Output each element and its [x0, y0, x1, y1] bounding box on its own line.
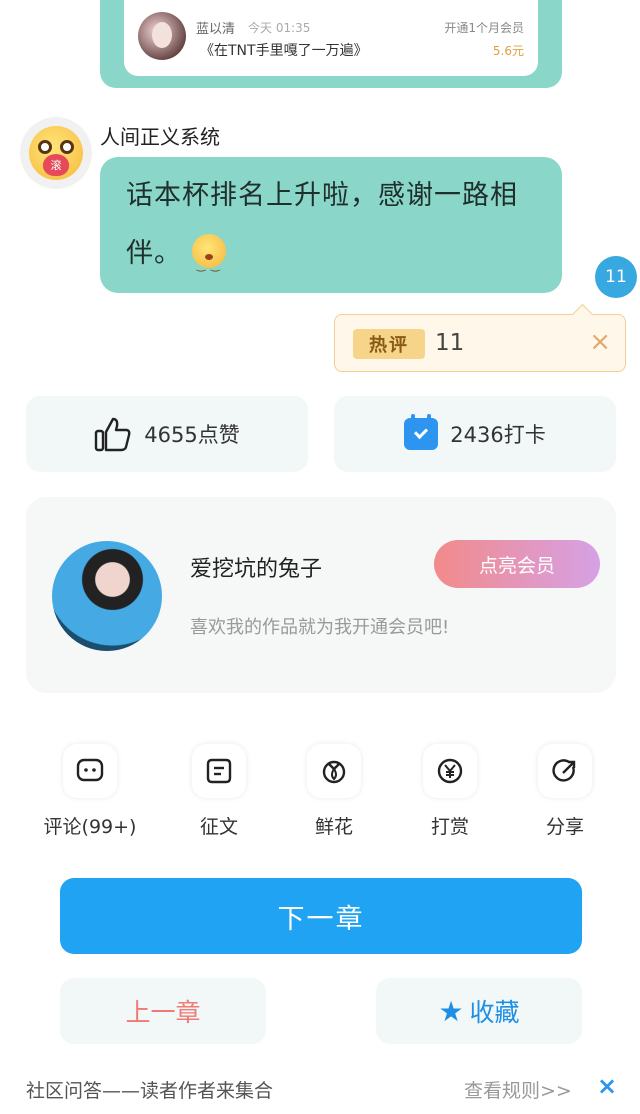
- community-qa-banner[interactable]: 社区问答——读者作者来集合: [26, 1076, 273, 1103]
- checkin-count: 2436打卡: [450, 423, 546, 447]
- action-label: 打赏: [430, 816, 469, 838]
- author-motto: 喜欢我的作品就为我开通会员吧!: [190, 617, 450, 638]
- author-card: 爱挖坑的兔子 喜欢我的作品就为我开通会员吧! 点亮会员: [26, 497, 616, 693]
- favorite-button[interactable]: ★ 收藏: [376, 978, 582, 1044]
- action-bar: 评论(99+) 征文 鲜花 打赏 分享: [0, 744, 640, 840]
- like-count: 4655点赞: [144, 423, 240, 447]
- close-icon[interactable]: ×: [597, 1072, 617, 1100]
- member-notice-inner[interactable]: 蓝以清 今天 01:35 《在TNT手里嘎了一万遍》 开通1个月会员 5.6元: [124, 0, 538, 76]
- action-reward[interactable]: 打赏: [395, 744, 505, 839]
- star-icon: ★: [438, 994, 464, 1028]
- action-essay[interactable]: 征文: [164, 744, 274, 839]
- action-label: 评论(99+): [43, 816, 137, 838]
- next-chapter-button[interactable]: 下一章: [60, 878, 582, 954]
- calendar-check-icon: [404, 414, 439, 450]
- emoji-avatar-icon: 滚: [29, 126, 83, 180]
- book-title: 《在TNT手里嘎了一万遍》: [200, 43, 368, 59]
- membership-label: 开通1个月会员: [444, 21, 524, 35]
- close-icon[interactable]: ×: [589, 327, 611, 357]
- flower-icon: [307, 744, 361, 798]
- user-name: 蓝以清: [196, 22, 236, 37]
- view-rules-link[interactable]: 查看规则>>: [464, 1076, 572, 1103]
- checkin-button[interactable]: 2436打卡: [334, 396, 616, 472]
- comment-text: 话本杯排名上升啦，感谢一路相伴。: [126, 180, 518, 269]
- hot-comment-box[interactable]: 热评 11 ×: [334, 314, 626, 372]
- previous-chapter-button[interactable]: 上一章: [60, 978, 266, 1044]
- comment-bubble[interactable]: 话本杯排名上升啦，感谢一路相伴。: [100, 157, 562, 295]
- kiss-emoji-icon: [191, 234, 226, 295]
- user-avatar[interactable]: [138, 12, 186, 60]
- like-button[interactable]: 4655点赞: [26, 396, 308, 472]
- action-flower[interactable]: 鲜花: [279, 744, 389, 839]
- member-notice-card: 蓝以清 今天 01:35 《在TNT手里嘎了一万遍》 开通1个月会员 5.6元: [100, 0, 562, 88]
- hot-comment-tag: 热评: [353, 329, 425, 359]
- author-avatar[interactable]: [52, 541, 162, 651]
- comment-count-badge[interactable]: 11: [595, 256, 637, 298]
- commenter-avatar[interactable]: 滚: [20, 117, 92, 189]
- favorite-label: 收藏: [469, 998, 520, 1027]
- hot-comment-count: 11: [435, 330, 465, 356]
- yen-icon: [423, 744, 477, 798]
- thumbs-up-icon: [95, 417, 131, 452]
- timestamp: 今天 01:35: [248, 21, 311, 35]
- action-label: 鲜花: [314, 816, 353, 838]
- action-share[interactable]: 分享: [510, 744, 620, 839]
- activate-member-button[interactable]: 点亮会员: [434, 540, 600, 588]
- commenter-name[interactable]: 人间正义系统: [100, 121, 220, 150]
- action-label: 分享: [545, 816, 584, 838]
- price-label: 5.6元: [492, 44, 524, 58]
- avatar-badge: 滚: [43, 154, 69, 176]
- comment-icon: [63, 744, 117, 798]
- share-icon: [538, 744, 592, 798]
- action-comment[interactable]: 评论(99+): [35, 744, 145, 839]
- document-icon: [192, 744, 246, 798]
- author-name[interactable]: 爱挖坑的兔子: [190, 551, 322, 583]
- action-label: 征文: [199, 816, 238, 838]
